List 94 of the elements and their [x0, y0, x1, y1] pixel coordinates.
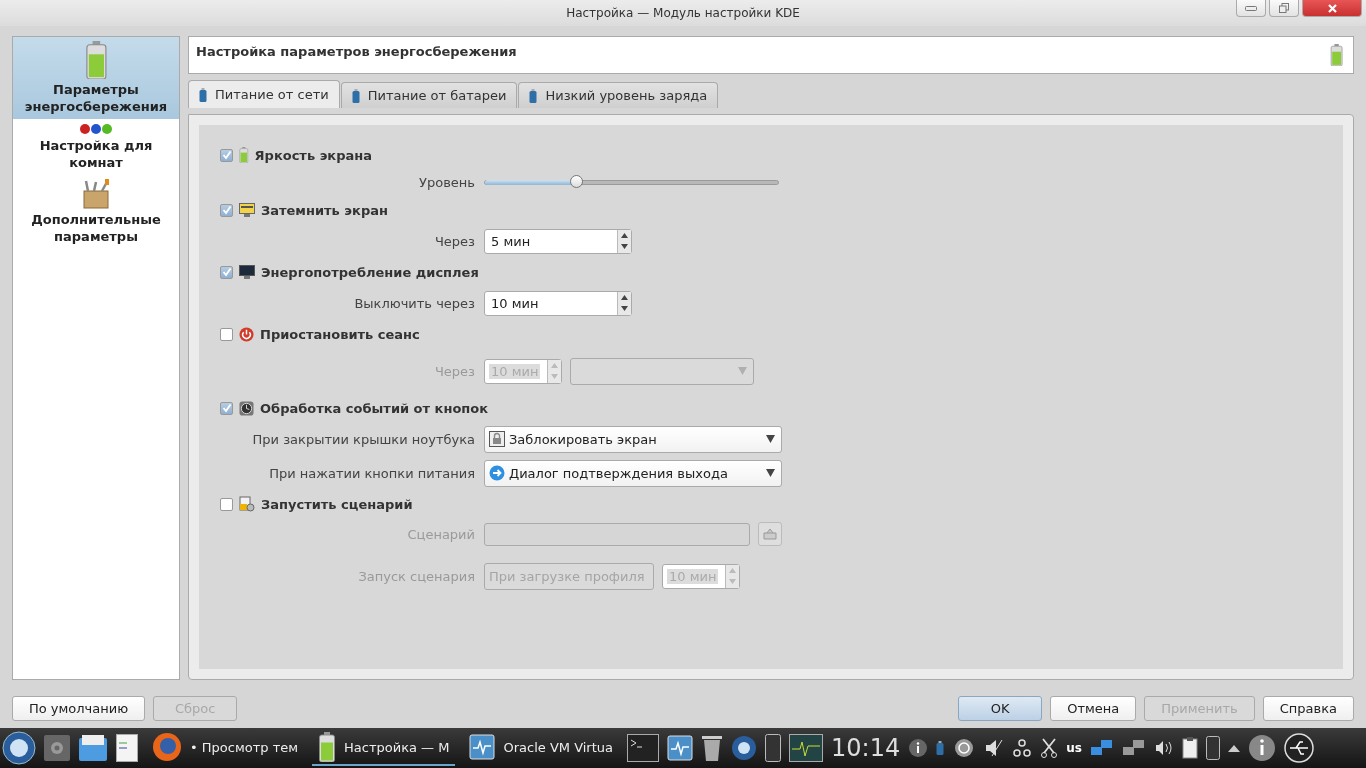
- field-label: При нажатии кнопки питания: [268, 465, 475, 481]
- field-label: Через: [433, 233, 475, 249]
- launcher-icon[interactable]: [731, 735, 757, 761]
- tab[interactable]: Низкий уровень заряда: [518, 82, 719, 108]
- scissors-icon[interactable]: [1040, 738, 1059, 758]
- checkbox[interactable]: [220, 401, 233, 415]
- folder-icon[interactable]: [78, 734, 108, 762]
- field-label: Выключить через: [353, 295, 475, 311]
- button[interactable]: По умолчанию: [12, 695, 146, 721]
- battery-icon: [1329, 44, 1343, 66]
- dropdown-caret-icon: [738, 367, 747, 375]
- dropdown[interactable]: Заблокировать экран: [484, 425, 782, 453]
- battery-icon: [84, 41, 108, 79]
- spin-arrows-icon: [621, 232, 628, 250]
- info-icon[interactable]: [1247, 734, 1276, 762]
- dropdown-caret-icon: [766, 469, 775, 477]
- monitor-pulse-icon[interactable]: [667, 735, 693, 761]
- spin-arrows-icon: [729, 567, 736, 585]
- slider-handle[interactable]: [569, 175, 583, 188]
- close-button[interactable]: [1302, 0, 1362, 17]
- sidebar-item[interactable]: Дополнительные параметры: [13, 175, 179, 249]
- terminal-icon[interactable]: [627, 734, 659, 762]
- clipboard-icon[interactable]: [1181, 737, 1198, 759]
- button[interactable]: Справка: [1262, 695, 1354, 721]
- speaker-muted-icon[interactable]: [984, 738, 1005, 758]
- field-label: При закрытии крышки ноутбука: [251, 431, 475, 447]
- sidebar-item[interactable]: Настройка для комнат: [13, 119, 179, 175]
- tab[interactable]: Питание от батареи: [340, 82, 518, 108]
- folder-open-icon: [763, 528, 777, 540]
- section-label: Запустить сценарий: [261, 496, 413, 512]
- checkbox[interactable]: [220, 265, 233, 279]
- window-title: Настройка — Модуль настройки KDE: [566, 6, 800, 20]
- monitor-icon: [239, 203, 255, 217]
- taskbar-task[interactable]: Настройка — М: [312, 730, 456, 766]
- phone-icon[interactable]: [1205, 736, 1220, 760]
- network-nodes-icon[interactable]: [1012, 738, 1033, 758]
- spin-box[interactable]: 10 мин: [484, 290, 632, 316]
- spin-arrows-icon: [551, 362, 558, 380]
- field-label: Запуск сценария: [357, 568, 475, 584]
- system-monitor-icon[interactable]: [789, 734, 823, 762]
- battery-icon: [529, 88, 538, 103]
- checkbox[interactable]: [220, 203, 233, 217]
- page-title: Настройка параметров энергосбережения: [196, 43, 517, 59]
- section-label: Приостановить сеанс: [260, 326, 420, 342]
- trash-icon[interactable]: [701, 734, 723, 762]
- battery-icon: [199, 87, 207, 102]
- monitor-icon: [239, 265, 255, 279]
- network-icon[interactable]: [1121, 738, 1146, 758]
- battery-icon: [239, 147, 249, 163]
- speaker-icon[interactable]: [1153, 739, 1174, 757]
- tab[interactable]: Питание от сети: [188, 80, 340, 108]
- network-icon[interactable]: [1089, 738, 1114, 758]
- minimize-button[interactable]: [1236, 0, 1266, 17]
- dropdown[interactable]: Диалог подтверждения выхода: [484, 459, 782, 487]
- section-label: Обработка событий от кнопок: [260, 400, 489, 416]
- restore-icon: [1279, 3, 1289, 13]
- phone-icon[interactable]: [765, 734, 781, 762]
- taskbar-task[interactable]: • Просмотр тем: [146, 730, 305, 766]
- sidebar-item[interactable]: Параметры энергосбережения: [13, 37, 179, 119]
- expand-arrow-icon[interactable]: [1227, 744, 1240, 752]
- toolbox-icon: [80, 179, 112, 209]
- field-label: Через: [433, 363, 475, 379]
- arrow-right-icon: [489, 465, 505, 481]
- dropdown-caret-icon: [766, 435, 775, 443]
- spin-arrows-icon: [621, 294, 628, 312]
- colored-dots-icon: [79, 123, 113, 135]
- field-label: Сценарий: [406, 526, 475, 542]
- button[interactable]: OK: [958, 695, 1043, 721]
- section-label: Затемнить экран: [261, 202, 388, 218]
- section-label: Яркость экрана: [254, 147, 372, 163]
- clock: 10:14: [831, 734, 901, 762]
- taskbar-task[interactable]: Oracle VM Virtua: [463, 730, 619, 766]
- minimize-icon: [1245, 5, 1257, 11]
- keyboard-layout[interactable]: us: [1066, 741, 1082, 755]
- power-icon: [239, 326, 254, 342]
- field-label: Уровень: [418, 175, 475, 190]
- section-label: Энергопотребление дисплея: [261, 264, 479, 280]
- lock-icon: [489, 431, 505, 447]
- monitor-pulse-icon: [469, 734, 496, 760]
- globe-icon: [152, 732, 182, 762]
- button[interactable]: Отмена: [1050, 695, 1137, 721]
- checkbox[interactable]: [220, 327, 233, 341]
- battery-icon: [936, 741, 945, 755]
- checkbox[interactable]: [220, 497, 233, 511]
- checkbox[interactable]: [220, 148, 233, 162]
- spin-box[interactable]: 5 мин: [484, 228, 632, 254]
- script-gear-icon: [239, 496, 255, 512]
- info-icon[interactable]: [908, 738, 929, 758]
- battery-icon: [351, 88, 360, 103]
- maximize-button[interactable]: [1269, 0, 1299, 17]
- launcher-icon[interactable]: [2, 731, 36, 765]
- battery-icon: [318, 732, 337, 762]
- clock-icon: [239, 400, 254, 416]
- close-icon: [1327, 3, 1337, 13]
